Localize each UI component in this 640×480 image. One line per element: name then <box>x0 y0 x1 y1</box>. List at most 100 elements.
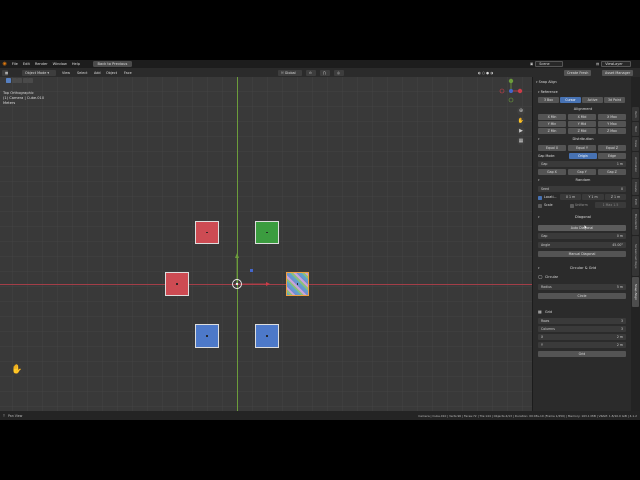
align-y-min-button[interactable]: Y Min <box>538 121 566 127</box>
tab-snap-align[interactable]: Snap Align <box>632 277 639 307</box>
rows-field[interactable]: Rows 3 <box>538 318 626 324</box>
tab-blenderkit[interactable]: BlenderKit <box>632 209 639 235</box>
menu-add[interactable]: Add <box>94 70 101 76</box>
grid-button[interactable]: Grid <box>538 351 626 357</box>
cube-textured-selected[interactable] <box>286 272 309 296</box>
gap-y-button[interactable]: Gap Y <box>568 169 596 175</box>
tab-animation[interactable]: Animation <box>632 152 639 178</box>
align-z-max-button[interactable]: Z Max <box>598 128 626 134</box>
select-subtract-icon[interactable] <box>17 78 23 83</box>
gap-mode-edge-button[interactable]: Edge <box>598 153 626 159</box>
scene-selector[interactable]: ▣ Scene <box>530 60 564 68</box>
gap-x-button[interactable]: Gap X <box>538 169 566 175</box>
manual-diagonal-button[interactable]: Manual Diagonal <box>538 251 626 257</box>
view-layer-field[interactable]: ViewLayer <box>601 61 632 67</box>
transform-orientation-dropdown[interactable]: ⤧ Global <box>278 69 302 76</box>
radius-field[interactable]: Radius 5 m <box>538 284 626 290</box>
snap-magnet-icon[interactable]: ⋂ <box>320 69 330 76</box>
cube-red-left[interactable] <box>165 272 189 296</box>
menu-edit[interactable]: Edit <box>20 62 32 66</box>
3d-viewport[interactable]: Top Orthographic (1) Camera | Cube.010 M… <box>0 77 532 411</box>
menu-render[interactable]: Render <box>32 62 50 66</box>
cube-blue-bottom-left[interactable] <box>195 324 219 348</box>
select-extend-icon[interactable] <box>11 78 17 83</box>
equal-x-button[interactable]: Equal X <box>538 145 566 151</box>
tab-screencast-keys[interactable]: Screencast Keys <box>632 236 639 276</box>
circular-radio-icon[interactable]: ◯ <box>538 274 542 279</box>
align-y-max-button[interactable]: Y Max <box>598 121 626 127</box>
asset-manager-button[interactable]: Asset Manager <box>602 69 634 76</box>
grid-icon[interactable]: ▦ <box>538 309 542 314</box>
equal-z-button[interactable]: Equal Z <box>598 145 626 151</box>
menu-window[interactable]: Window <box>50 62 69 66</box>
menu-help[interactable]: Help <box>69 62 82 66</box>
select-box-icon[interactable] <box>6 78 11 83</box>
location-z-field[interactable]: Z 1 m <box>605 194 626 200</box>
scale-range-field[interactable]: 1 Max 1.5 <box>595 202 626 208</box>
origin-dot <box>266 231 268 234</box>
distribution-title: Distribution <box>572 137 594 141</box>
gap-mode-origin-button[interactable]: Origin <box>569 153 597 159</box>
cube-blue-bottom-right[interactable] <box>255 324 279 348</box>
scene-field[interactable]: Scene <box>535 61 564 67</box>
location-y-field[interactable]: Y 1 m <box>582 194 604 200</box>
seed-field[interactable]: Seed 0 <box>538 186 626 192</box>
select-intersect-icon[interactable] <box>28 78 34 83</box>
menu-object[interactable]: Object <box>106 70 117 76</box>
reference-cursor-button[interactable]: Cursor <box>560 97 581 103</box>
grid-x-value: 2 m <box>616 335 623 339</box>
proportional-edit-icon[interactable]: ◎ <box>334 69 344 76</box>
align-y-mid-button[interactable]: Y Mid <box>568 121 596 127</box>
scale-checkbox[interactable] <box>538 204 542 208</box>
tab-view[interactable]: View <box>632 137 639 151</box>
menu-face[interactable]: Face <box>124 70 132 76</box>
tab-tool[interactable]: Tool <box>632 122 639 136</box>
diagonal-gap-field[interactable]: Gap 0 m <box>538 233 626 239</box>
reference-active-button[interactable]: Active <box>582 97 603 103</box>
equal-y-button[interactable]: Equal Y <box>568 145 596 151</box>
gap-z-button[interactable]: Gap Z <box>598 169 626 175</box>
pivot-point-icon[interactable]: ⊙ <box>306 69 316 76</box>
zoom-icon[interactable]: ⊕ <box>517 107 525 115</box>
auto-diagonal-button[interactable]: Auto Diagonal <box>538 225 626 231</box>
collapse-icon[interactable]: ▾ <box>536 80 538 84</box>
menu-select[interactable]: Select <box>77 70 87 76</box>
viewport-shading-icons[interactable]: ◐ ○ ● ◑ <box>478 70 493 76</box>
columns-field[interactable]: Columns 3 <box>538 326 626 332</box>
angle-field[interactable]: Angle 45.00° <box>538 242 626 248</box>
circle-button[interactable]: Circle <box>538 293 626 299</box>
reference-header[interactable]: ▾ Reference <box>538 90 558 94</box>
ortho-toggle-icon[interactable]: ▦ <box>517 137 525 145</box>
view-layer-selector[interactable]: ▤ ViewLayer <box>596 60 632 68</box>
align-x-min-button[interactable]: X Min <box>538 114 566 120</box>
tab-create[interactable]: Create <box>632 179 639 195</box>
location-x-field[interactable]: X 1 m <box>560 194 581 200</box>
create-fresh-button[interactable]: Create Fresh <box>564 69 592 76</box>
pan-icon[interactable]: ✋ <box>517 117 525 125</box>
gap-field[interactable]: Gap 1 m <box>538 161 626 167</box>
back-to-previous-button[interactable]: Back to Previous <box>92 61 133 67</box>
align-x-mid-button[interactable]: X Mid <box>568 114 596 120</box>
menu-view[interactable]: View <box>62 70 70 76</box>
grid-y-field[interactable]: Y 2 m <box>538 342 626 348</box>
align-z-mid-button[interactable]: Z Mid <box>568 128 596 134</box>
grid-x-field[interactable]: X 2 m <box>538 334 626 340</box>
reference-3dpoint-button[interactable]: 3d Point <box>604 97 625 103</box>
tab-item[interactable]: Item <box>632 107 639 121</box>
mode-dropdown[interactable]: Object Mode ▾ <box>22 69 56 76</box>
object-transform-gizmo[interactable] <box>222 237 274 299</box>
camera-view-icon[interactable]: ▶ <box>517 127 525 135</box>
editor-type-icon[interactable]: ▦ <box>2 69 8 76</box>
hand-pan-icon[interactable]: ✋ <box>10 363 24 377</box>
location-checkbox[interactable] <box>538 196 542 200</box>
reference-3box-button[interactable]: 3 Box <box>538 97 559 103</box>
cube-red-top[interactable] <box>195 221 219 244</box>
align-z-min-button[interactable]: Z Min <box>538 128 566 134</box>
uniform-checkbox[interactable] <box>570 204 574 208</box>
align-x-max-button[interactable]: X Max <box>598 114 626 120</box>
select-invert-icon[interactable] <box>22 78 28 83</box>
navigation-gizmo[interactable] <box>497 77 525 105</box>
blender-logo-icon[interactable]: ◉ <box>0 61 9 67</box>
menu-file[interactable]: File <box>9 62 20 66</box>
tab-edit[interactable]: Edit <box>632 196 639 208</box>
